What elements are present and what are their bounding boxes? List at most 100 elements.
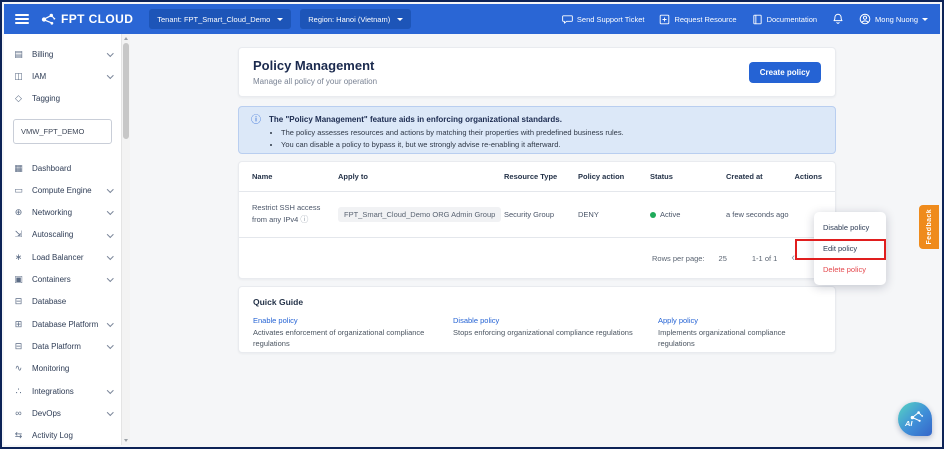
chevron-down-icon — [106, 275, 113, 282]
caret-down-icon — [277, 17, 284, 21]
col-header-policy-action: Policy action — [578, 172, 625, 181]
apply-policy-desc: Implements organizational compliance reg… — [658, 328, 786, 348]
info-icon: ⓘ — [251, 115, 261, 126]
col-header-name: Name — [252, 172, 273, 181]
project-selector-value: VMW_FPT_DEMO — [21, 126, 85, 136]
request-resource-icon — [659, 14, 670, 25]
menu-icon[interactable] — [15, 14, 29, 24]
scrollbar-thumb[interactable] — [123, 43, 129, 139]
tagging-icon: ◇ — [15, 93, 22, 104]
sidebar-item-load-balancer[interactable]: ∗ Load Balancer — [4, 246, 121, 268]
menu-item-delete-policy[interactable]: Delete policy — [814, 259, 886, 280]
apply-policy-link[interactable]: Apply policy — [658, 316, 821, 325]
caret-down-icon — [922, 17, 928, 21]
sidebar-item-compute-engine[interactable]: ▭ Compute Engine — [4, 179, 121, 201]
policy-name-cell: Restrict SSH access from any IPv4 ⓘ — [252, 203, 330, 226]
status-label: Active — [660, 210, 681, 219]
notification-bell-icon[interactable] — [832, 13, 844, 25]
caret-down-icon — [397, 17, 404, 21]
policy-table-card: Name Apply to Resource Type Policy actio… — [238, 161, 836, 279]
sidebar-item-database-platform[interactable]: ⊞ Database Platform — [4, 313, 121, 335]
sidebar-item-billing[interactable]: ▤ Billing — [4, 43, 121, 65]
disable-policy-link[interactable]: Disable policy — [453, 316, 658, 325]
banner-title: The "Policy Management" feature aids in … — [269, 115, 562, 124]
menu-item-disable-policy[interactable]: Disable policy — [814, 217, 886, 238]
database-platform-icon: ⊞ — [14, 318, 23, 329]
enable-policy-desc: Activates enforcement of organizational … — [253, 328, 425, 348]
sidebar-item-networking[interactable]: ⊕ Networking — [4, 201, 121, 223]
status-active-dot — [650, 211, 656, 218]
pagination-range: 1-1 of 1 — [751, 254, 778, 263]
compute-engine-icon: ▭ — [14, 184, 23, 195]
ai-assistant-button[interactable]: AI — [898, 402, 932, 436]
rows-per-page-selector[interactable]: 25 — [719, 254, 738, 263]
banner-bullet-list: The policy assesses resources and action… — [269, 128, 624, 149]
activity-log-icon: ⇆ — [14, 430, 23, 441]
quick-guide-card: Quick Guide Enable policy Activates enfo… — [238, 286, 836, 353]
main-content: Policy Management Manage all policy of y… — [130, 34, 940, 445]
send-support-ticket-link[interactable]: Send Support Ticket — [562, 14, 644, 25]
integrations-icon: ∴ — [15, 385, 22, 396]
col-header-resource-type: Resource Type — [504, 172, 558, 181]
table-header-row: Name Apply to Resource Type Policy actio… — [239, 162, 835, 192]
user-menu[interactable]: Mong Nuong — [859, 13, 928, 25]
user-name: Mong Nuong — [875, 14, 918, 24]
page-subtitle: Manage all policy of your operation — [253, 77, 378, 86]
documentation-link[interactable]: Documentation — [752, 14, 817, 25]
col-header-actions: Actions — [794, 172, 822, 181]
molecule-icon — [41, 13, 56, 25]
sidebar-item-iam[interactable]: ◫ IAM — [4, 65, 121, 87]
table-pagination: Rows per page: 25 1-1 of 1 ‹ — [239, 238, 835, 279]
project-selector[interactable]: VMW_FPT_DEMO — [13, 118, 112, 144]
sidebar-item-devops[interactable]: ∞ DevOps — [4, 402, 121, 424]
guide-item-apply-policy: Apply policy Implements organizational c… — [658, 316, 821, 349]
monitoring-icon: ∿ — [14, 363, 23, 374]
region-selector[interactable]: Region: Hanoi (Vietnam) — [300, 9, 412, 29]
request-resource-link[interactable]: Request Resource — [659, 14, 737, 25]
sidebar-item-monitoring[interactable]: ∿ Monitoring — [4, 358, 121, 380]
info-icon[interactable]: ⓘ — [300, 215, 308, 224]
sidebar-item-containers[interactable]: ▣ Containers — [4, 268, 121, 290]
scroll-up-icon[interactable] — [124, 37, 128, 40]
col-header-status: Status — [650, 172, 673, 181]
scroll-down-icon[interactable] — [124, 439, 128, 442]
quick-guide-title: Quick Guide — [253, 297, 304, 307]
request-resource-label: Request Resource — [674, 14, 737, 24]
sidebar-item-data-platform[interactable]: ⊟ Data Platform — [4, 335, 121, 357]
sidebar-item-tagging[interactable]: ◇ Tagging — [4, 88, 121, 110]
sidebar-item-integrations[interactable]: ∴ Integrations — [4, 380, 121, 402]
fpt-cloud-logo: FPT CLOUD — [41, 12, 133, 27]
sidebar-item-autoscaling[interactable]: ⇲ Autoscaling — [4, 224, 121, 246]
autoscaling-icon: ⇲ — [14, 229, 23, 240]
rows-per-page-value: 25 — [718, 254, 727, 263]
policy-name: Restrict SSH access from any IPv4 — [252, 203, 321, 224]
top-navbar: FPT CLOUD Tenant: FPT_Smart_Cloud_Demo R… — [4, 4, 940, 34]
devops-icon: ∞ — [15, 407, 22, 418]
info-banner: ⓘ The "Policy Management" feature aids i… — [238, 106, 836, 154]
sidebar-item-database[interactable]: ⊟ Database — [4, 291, 121, 313]
data-platform-icon: ⊟ — [14, 340, 23, 351]
tenant-selector[interactable]: Tenant: FPT_Smart_Cloud_Demo — [149, 9, 292, 29]
menu-item-edit-policy[interactable]: Edit policy — [814, 238, 886, 259]
apply-to-chip: FPT_Smart_Cloud_Demo ORG Admin Group — [338, 207, 502, 222]
sidebar-scrollbar[interactable] — [121, 34, 130, 445]
enable-policy-link[interactable]: Enable policy — [253, 316, 453, 325]
billing-icon: ▤ — [14, 48, 23, 59]
page-title: Policy Management — [253, 58, 375, 73]
banner-bullet: You can disable a policy to bypass it, b… — [281, 140, 624, 149]
chevron-down-icon — [106, 342, 113, 349]
sidebar-item-dashboard[interactable]: ▦ Dashboard — [4, 157, 121, 179]
logo-text: FPT CLOUD — [61, 12, 134, 26]
region-label: Region: Hanoi (Vietnam) — [308, 14, 391, 24]
create-policy-button[interactable]: Create policy — [748, 61, 821, 83]
containers-icon: ▣ — [14, 274, 23, 285]
chevron-down-icon — [106, 230, 113, 238]
sidebar-item-activity-log[interactable]: ⇆ Activity Log — [4, 424, 121, 445]
rows-per-page-label: Rows per page: — [652, 254, 705, 263]
chevron-down-icon — [106, 49, 113, 57]
col-header-apply-to: Apply to — [338, 172, 368, 181]
tenant-label: Tenant: FPT_Smart_Cloud_Demo — [157, 14, 271, 24]
feedback-tab[interactable]: Feedback — [919, 205, 939, 249]
iam-icon: ◫ — [14, 70, 23, 81]
previous-page-icon[interactable]: ‹ — [791, 253, 795, 264]
